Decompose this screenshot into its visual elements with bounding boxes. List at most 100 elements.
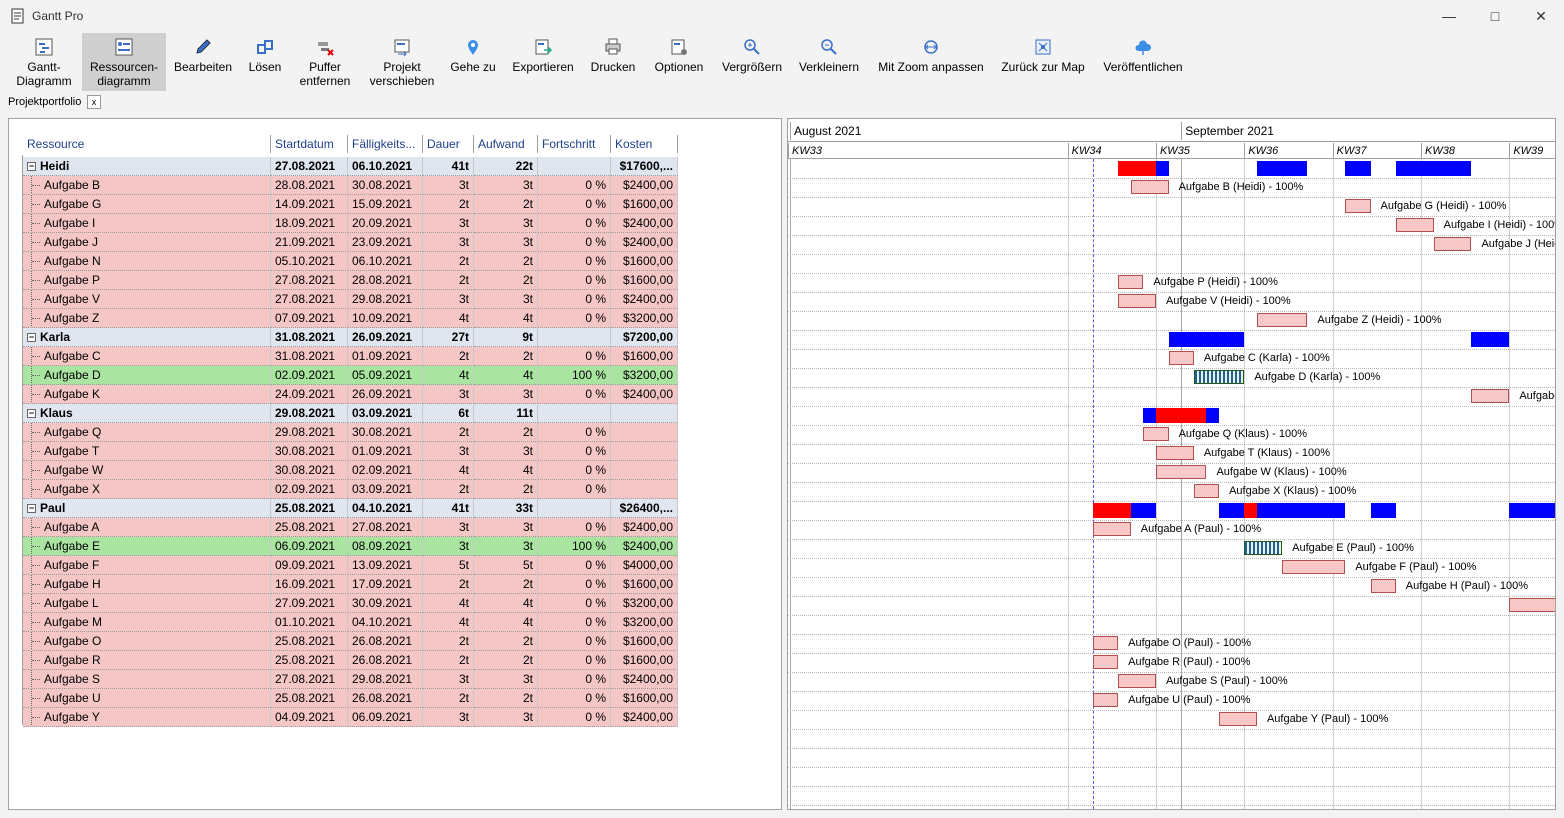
- task-row[interactable]: Aufgabe W 30.08.2021 02.09.2021 4t 4t 0 %: [23, 461, 678, 480]
- tab-close-button[interactable]: x: [87, 95, 101, 109]
- task-row[interactable]: Aufgabe Y 04.09.2021 06.09.2021 3t 3t 0 % $240…: [23, 708, 678, 727]
- task-row[interactable]: Aufgabe V 27.08.2021 29.08.2021 3t 3t 0 % $240…: [23, 290, 678, 309]
- task-bar[interactable]: [1155, 465, 1207, 479]
- toolbar-exportieren-button[interactable]: Exportieren: [508, 33, 578, 91]
- toolbar-vergrößern-button[interactable]: Vergrößern: [716, 33, 788, 91]
- task-row[interactable]: Aufgabe N 05.10.2021 06.10.2021 2t 2t 0 % $160…: [23, 252, 678, 271]
- tree-connector: [31, 309, 41, 327]
- task-bar[interactable]: [1092, 522, 1131, 536]
- task-row[interactable]: Aufgabe H 16.09.2021 17.09.2021 2t 2t 0 % $160…: [23, 575, 678, 594]
- task-row[interactable]: Aufgabe B 28.08.2021 30.08.2021 3t 3t 0 % $240…: [23, 176, 678, 195]
- task-bar[interactable]: [1193, 370, 1245, 384]
- cell-end: 29.08.2021: [348, 290, 423, 309]
- task-row[interactable]: Aufgabe R 25.08.2021 26.08.2021 2t 2t 0 % $160…: [23, 651, 678, 670]
- close-button[interactable]: ✕: [1518, 0, 1564, 32]
- close-icon: ✕: [1535, 7, 1547, 24]
- task-row[interactable]: Aufgabe E 06.09.2021 08.09.2021 3t 3t 100 % $2…: [23, 537, 678, 556]
- toolbar-veröffentlichen-button[interactable]: Veröffentlichen: [1096, 33, 1190, 91]
- task-bar[interactable]: [1509, 598, 1555, 612]
- toolbar-gehe-zu-button[interactable]: Gehe zu: [446, 33, 500, 91]
- task-row[interactable]: Aufgabe L 27.09.2021 30.09.2021 4t 4t 0 % $320…: [23, 594, 678, 613]
- task-bar[interactable]: [1219, 712, 1257, 726]
- task-bar-label: Aufgabe T (Klaus) - 100%: [1203, 447, 1330, 459]
- task-row[interactable]: Aufgabe P 27.08.2021 28.08.2021 2t 2t 0 % $160…: [23, 271, 678, 290]
- task-bar[interactable]: [1118, 275, 1144, 289]
- task-row[interactable]: Aufgabe T 30.08.2021 01.09.2021 3t 3t 0 %: [23, 442, 678, 461]
- toolbar-drucken-button[interactable]: Drucken: [584, 33, 642, 91]
- task-bar-label: Aufgabe I (Heidi) - 100%: [1443, 219, 1556, 231]
- task-row[interactable]: Aufgabe C 31.08.2021 01.09.2021 2t 2t 0 % $160…: [23, 347, 678, 366]
- maximize-button[interactable]: □: [1472, 0, 1518, 32]
- column-header-start[interactable]: Startdatum: [271, 135, 348, 153]
- cell-start: 02.09.2021: [271, 366, 348, 385]
- toolbar-mit-zoom-anpassen-button[interactable]: Mit Zoom anpassen: [870, 33, 992, 91]
- row-gridline: [788, 805, 1555, 806]
- task-bar[interactable]: [1282, 560, 1346, 574]
- cell-end: 29.08.2021: [348, 670, 423, 689]
- task-bar[interactable]: [1256, 313, 1308, 327]
- toolbar-ressourcen-diagramm-button[interactable]: Ressourcen-diagramm: [82, 33, 166, 91]
- task-bar[interactable]: [1433, 237, 1472, 251]
- task-row[interactable]: Aufgabe S 27.08.2021 29.08.2021 3t 3t 0 % $240…: [23, 670, 678, 689]
- column-header-effort[interactable]: Aufwand: [474, 135, 538, 153]
- task-bar[interactable]: [1155, 446, 1194, 460]
- options-icon: [671, 39, 687, 55]
- task-row[interactable]: Aufgabe J 21.09.2021 23.09.2021 3t 3t 0 % $240…: [23, 233, 678, 252]
- task-row[interactable]: Aufgabe Q 29.08.2021 30.08.2021 2t 2t 0 %: [23, 423, 678, 442]
- toolbar-zurück-zur-map-button[interactable]: Zurück zur Map: [996, 33, 1090, 91]
- task-bar[interactable]: [1168, 351, 1194, 365]
- task-row[interactable]: Aufgabe U 25.08.2021 26.08.2021 2t 2t 0 % $160…: [23, 689, 678, 708]
- resource-group-row[interactable]: − Klaus 29.08.2021 03.09.2021 6t 11t: [23, 404, 678, 423]
- toolbar-gantt-diagramm-button[interactable]: Gantt- Diagramm: [8, 33, 80, 91]
- task-row[interactable]: Aufgabe Z 07.09.2021 10.09.2021 4t 4t 0 % $320…: [23, 309, 678, 328]
- collapse-icon[interactable]: −: [27, 333, 36, 342]
- task-row[interactable]: Aufgabe D 02.09.2021 05.09.2021 4t 4t 100 % $3…: [23, 366, 678, 385]
- cell-name: Aufgabe U: [23, 689, 271, 708]
- task-bar[interactable]: [1092, 693, 1119, 707]
- task-row[interactable]: Aufgabe F 09.09.2021 13.09.2021 5t 5t 0 % $400…: [23, 556, 678, 575]
- toolbar-button-label: Zurück zur Map: [1001, 60, 1085, 74]
- tab-projektportfolio[interactable]: Projektportfolio: [8, 96, 81, 108]
- column-header-name[interactable]: Ressource: [23, 135, 271, 153]
- task-bar[interactable]: [1118, 294, 1156, 308]
- task-bar[interactable]: [1345, 199, 1371, 213]
- task-row[interactable]: Aufgabe A 25.08.2021 27.08.2021 3t 3t 0 % $240…: [23, 518, 678, 537]
- resource-group-row[interactable]: − Paul 25.08.2021 04.10.2021 41t 33t $26400,..…: [23, 499, 678, 518]
- toolbar-optionen-button[interactable]: Optionen: [648, 33, 710, 91]
- task-bar[interactable]: [1193, 484, 1220, 498]
- cell-text: $3200,00: [622, 311, 673, 325]
- task-row[interactable]: Aufgabe X 02.09.2021 03.09.2021 2t 2t 0 %: [23, 480, 678, 499]
- task-bar[interactable]: [1395, 218, 1434, 232]
- row-gridline: [788, 596, 1555, 597]
- collapse-icon[interactable]: −: [27, 409, 36, 418]
- resource-group-row[interactable]: − Heidi 27.08.2021 06.10.2021 41t 22t $17600,.…: [23, 157, 678, 176]
- task-row[interactable]: Aufgabe G 14.09.2021 15.09.2021 2t 2t 0 % $160…: [23, 195, 678, 214]
- collapse-icon[interactable]: −: [27, 504, 36, 513]
- toolbar-pufferentfernen-button[interactable]: Puffer entfernen: [294, 33, 356, 91]
- column-header-dur[interactable]: Dauer: [423, 135, 474, 153]
- toolbar-verkleinern-button[interactable]: Verkleinern: [794, 33, 864, 91]
- task-bar[interactable]: [1370, 579, 1396, 593]
- column-header-cost[interactable]: Kosten: [611, 135, 678, 153]
- task-bar[interactable]: [1118, 674, 1156, 688]
- toolbar-projektverschieben-button[interactable]: Projekt verschieben: [364, 33, 440, 91]
- task-row[interactable]: Aufgabe I 18.09.2021 20.09.2021 3t 3t 0 % $240…: [23, 214, 678, 233]
- toolbar-lösen-button[interactable]: Lösen: [240, 33, 290, 91]
- column-header-prog[interactable]: Fortschritt: [538, 135, 611, 153]
- task-row[interactable]: Aufgabe O 25.08.2021 26.08.2021 2t 2t 0 % $160…: [23, 632, 678, 651]
- task-bar[interactable]: [1092, 655, 1119, 669]
- cell-name: Aufgabe N: [23, 252, 271, 271]
- resource-load-segment: [1143, 408, 1156, 423]
- collapse-icon[interactable]: −: [27, 162, 36, 171]
- toolbar-bearbeiten-button[interactable]: Bearbeiten: [170, 33, 236, 91]
- task-row[interactable]: Aufgabe K 24.09.2021 26.09.2021 3t 3t 0 % $240…: [23, 385, 678, 404]
- resource-group-row[interactable]: − Karla 31.08.2021 26.09.2021 27t 9t $7200,00: [23, 328, 678, 347]
- task-bar[interactable]: [1244, 541, 1283, 555]
- task-row[interactable]: Aufgabe M 01.10.2021 04.10.2021 4t 4t 0 % $320…: [23, 613, 678, 632]
- task-bar[interactable]: [1092, 636, 1119, 650]
- task-bar[interactable]: [1471, 389, 1510, 403]
- task-bar[interactable]: [1130, 180, 1169, 194]
- minimize-button[interactable]: —: [1426, 0, 1472, 32]
- column-header-end[interactable]: Fälligkeits...: [348, 135, 423, 153]
- task-bar[interactable]: [1143, 427, 1169, 441]
